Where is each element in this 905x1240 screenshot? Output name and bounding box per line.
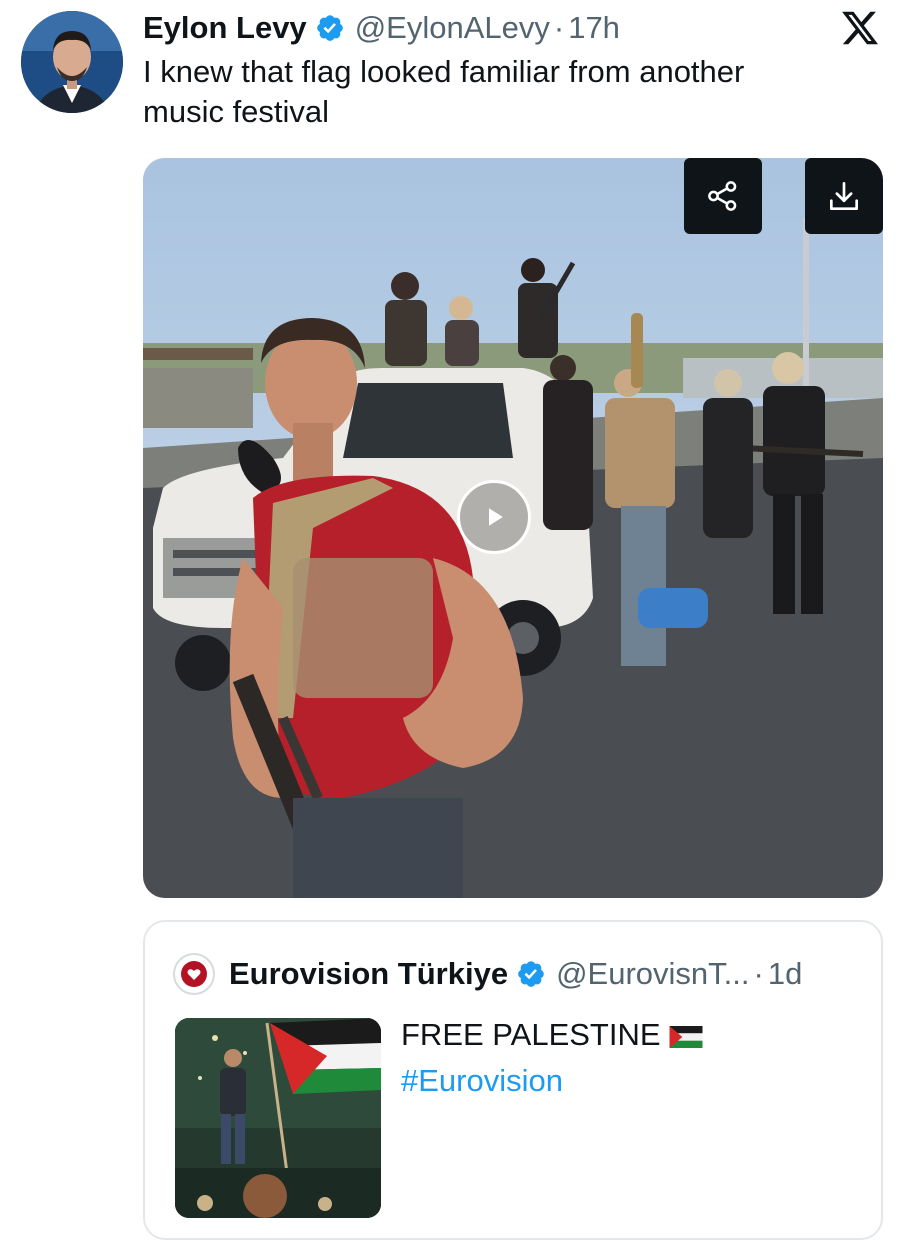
quoted-timestamp[interactable]: 1d	[768, 956, 802, 992]
x-logo-icon[interactable]	[839, 8, 881, 48]
tweet-timestamp[interactable]: 17h	[568, 10, 620, 46]
quoted-media-thumbnail[interactable]	[175, 1018, 381, 1218]
video-thumbnail[interactable]	[143, 158, 883, 898]
play-button[interactable]	[457, 480, 531, 554]
download-icon	[829, 181, 859, 211]
share-icon	[708, 181, 737, 211]
separator-dot: ·	[753, 956, 764, 991]
eurovision-heart-icon	[181, 961, 207, 987]
author-handle[interactable]: @EylonALevy	[355, 10, 550, 46]
download-button[interactable]	[805, 158, 883, 234]
quoted-tweet-text: FREE PALESTINE #Eurovision	[401, 1012, 861, 1104]
play-icon	[489, 508, 503, 526]
quoted-author-name[interactable]: Eurovision Türkiye	[229, 956, 508, 992]
quoted-hashtag-line: #Eurovision	[401, 1058, 861, 1104]
share-button[interactable]	[684, 158, 762, 234]
avatar-image	[21, 11, 123, 113]
quoted-tweet[interactable]: Eurovision Türkiye @EurovisnT... · 1d FR…	[143, 920, 883, 1240]
tweet-text: I knew that flag looked familiar from an…	[143, 52, 863, 132]
tweet-text-line: music festival	[143, 94, 330, 129]
tweet-text-line: I knew that flag looked familiar from an…	[143, 54, 745, 89]
quoted-tweet-header: Eurovision Türkiye @EurovisnT... · 1d	[173, 952, 861, 996]
author-avatar[interactable]	[21, 11, 123, 113]
quoted-text-line: FREE PALESTINE	[401, 1012, 861, 1058]
quoted-media-image	[175, 1018, 381, 1218]
tweet-header: Eylon Levy @EylonALevy · 17h	[143, 8, 825, 48]
author-name[interactable]: Eylon Levy	[143, 10, 307, 46]
separator-dot: ·	[553, 10, 565, 45]
quoted-text-free-palestine: FREE PALESTINE	[401, 1017, 661, 1052]
palestine-flag-icon	[669, 1025, 703, 1048]
verified-badge-icon	[316, 15, 343, 41]
hashtag-link[interactable]: #Eurovision	[401, 1063, 563, 1098]
verified-badge-icon	[518, 961, 544, 987]
quoted-avatar[interactable]	[173, 953, 215, 995]
quoted-author-handle[interactable]: @EurovisnT...	[556, 956, 749, 992]
